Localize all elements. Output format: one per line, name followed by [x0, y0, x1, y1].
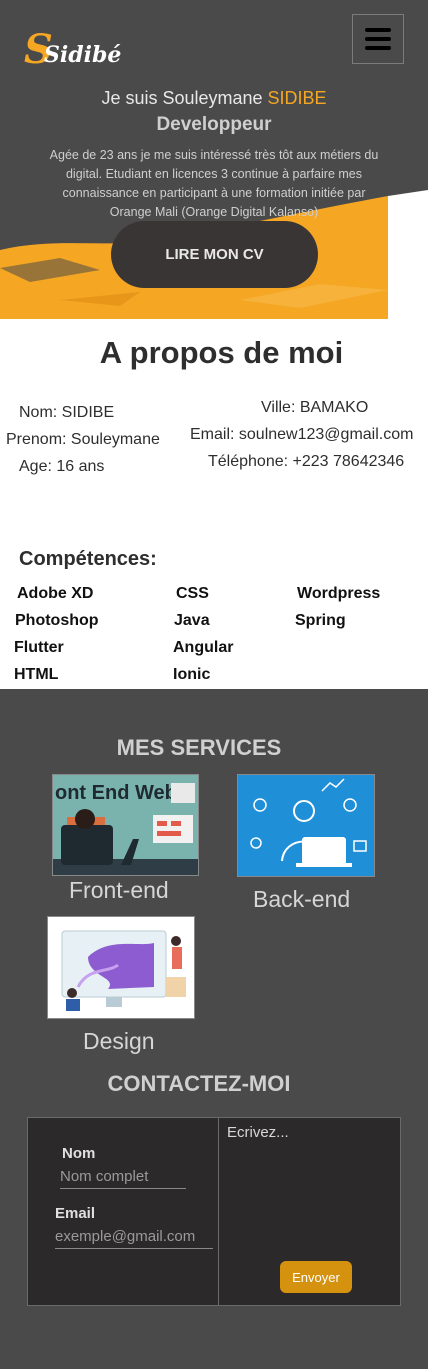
logo-text: Sidibé: [44, 42, 122, 68]
hero-role: Developpeur: [156, 114, 272, 135]
name-label: Nom: [62, 1145, 96, 1162]
skill-item: Spring: [295, 612, 346, 629]
about-phone: Téléphone: +223 78642346: [208, 453, 405, 470]
about-email: Email: soulnew123@gmail.com: [190, 426, 414, 443]
hero-greeting: Je suis Souleymane: [101, 88, 268, 108]
skill-item: Wordpress: [297, 585, 381, 602]
back-end-image[interactable]: [237, 774, 375, 877]
about-age: Age: 16 ans: [19, 458, 105, 475]
message-textarea[interactable]: [227, 1124, 395, 1244]
design-image[interactable]: [47, 916, 195, 1019]
about-title: A propos de moi: [99, 335, 344, 370]
skill-item: Photoshop: [15, 612, 99, 629]
service-label-back-end: Back-end: [253, 886, 351, 912]
hero-description: Agée de 23 ans je me suis intéressé très…: [49, 148, 379, 219]
email-input[interactable]: [55, 1225, 213, 1249]
name-input[interactable]: [60, 1165, 186, 1189]
skills-title: Compétences:: [19, 548, 157, 570]
service-label-design: Design: [83, 1028, 155, 1054]
skill-item: Java: [174, 612, 210, 629]
hamburger-menu-button[interactable]: [352, 14, 404, 64]
services-title: MES SERVICES: [116, 735, 282, 760]
logo[interactable]: S Sidibé: [24, 26, 124, 73]
read-cv-button[interactable]: LIRE MON CV: [111, 221, 318, 288]
about-name: Nom: SIDIBE: [19, 404, 115, 421]
service-label-front-end: Front-end: [69, 877, 169, 903]
skill-item: Flutter: [14, 639, 64, 656]
skill-item: Adobe XD: [17, 585, 94, 602]
front-end-image[interactable]: ont End Web: [52, 774, 199, 876]
send-button[interactable]: Envoyer: [280, 1261, 352, 1293]
about-section: A propos de moi Nom: SIDIBE Prenom: Soul…: [0, 319, 428, 689]
about-city: Ville: BAMAKO: [261, 399, 369, 416]
contact-form: Nom Email Envoyer: [27, 1117, 401, 1306]
front-end-illustration: ont End Web: [53, 775, 198, 875]
front-end-image-text: ont End Web: [55, 782, 177, 804]
email-label: Email: [55, 1205, 96, 1222]
skill-item: Angular: [173, 639, 234, 656]
hero-section: S Sidibé Je suis Souleymane SIDIBE Devel…: [0, 0, 428, 319]
back-end-illustration: [238, 775, 374, 876]
design-illustration: [48, 917, 194, 1018]
contact-title: CONTACTEZ-MOI: [107, 1071, 291, 1096]
skill-item: HTML: [14, 666, 59, 683]
hero-lastname: SIDIBE: [267, 88, 327, 108]
hero-title: Je suis Souleymane SIDIBE: [0, 88, 428, 109]
hamburger-icon: [365, 28, 391, 50]
skill-item: CSS: [176, 585, 209, 602]
about-firstname: Prenom: Souleymane: [6, 431, 160, 448]
form-divider: [218, 1118, 219, 1305]
skill-item: Ionic: [173, 666, 211, 683]
